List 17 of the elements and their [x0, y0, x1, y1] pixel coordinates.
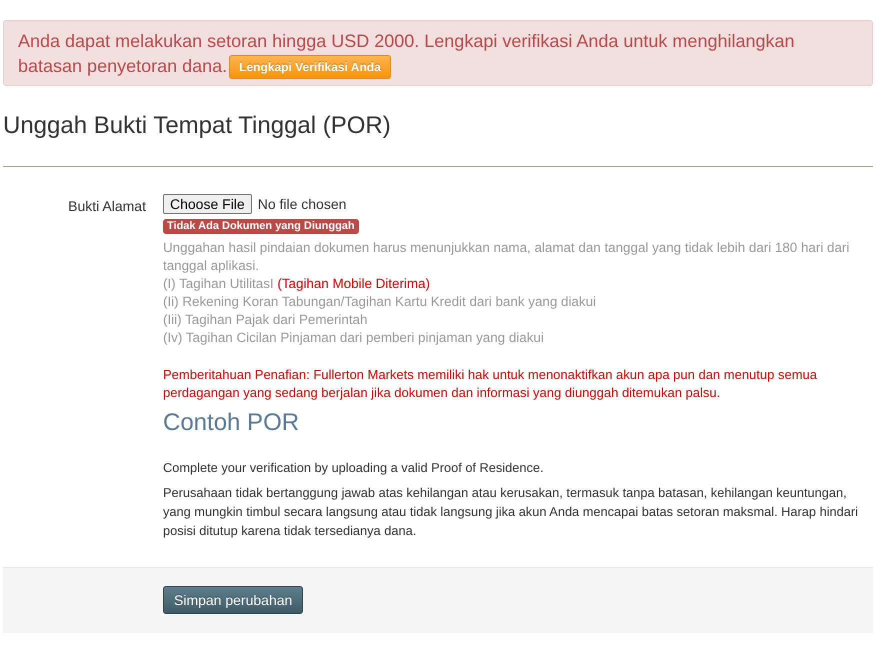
field-label: Bukti Alamat	[67, 197, 146, 216]
save-button[interactable]: Simpan perubahan	[163, 586, 304, 614]
disclaimer-text: Pemberitahuan Penafian: Fullerton Markets memiliki hak untuk menonaktifkan akun apa pun dan menutup semua perdagangan yang sedang berjalan jika dokumen dan informasi yang diunggah ditemukan palsu.	[163, 366, 818, 402]
instructions-text: Unggahan hasil pindaian dokumen harus menunjukkan nama, alamat dan tanggal yang tidak lebih dari 180 hari dari tanggal aplikasi.	[163, 239, 850, 275]
choose-file-button[interactable]: Choose File	[163, 194, 252, 214]
example-heading: Contoh POR	[163, 408, 300, 438]
paragraph: Complete your verification by uploading a valid Proof of Residence.	[163, 459, 544, 477]
alert-message: Anda dapat melakukan setoran hingga USD 2000. Lengkapi verifikasi Anda untuk menghilangkan	[18, 30, 795, 53]
document-type: (Ii) Rekening Koran Tabungan/Tagihan Kartu Kredit dari bank yang diakui	[163, 293, 596, 311]
document-type: (Iii) Tagihan Pajak dari Pemerintah	[163, 311, 368, 329]
page-title: Unggah Bukti Tempat Tinggal (POR)	[3, 112, 392, 140]
paragraph: Perusahaan tidak bertanggung jawab atas kehilangan atau kerusakan, termasuk tanpa batasan, kehilangan keuntungan, yang mungkin timbul secara langsung atau tidak langsung jika akun Anda mencapai batas setoran maksmal. Harap hindari posisi ditutup karena tidak tersedianya dana.	[163, 484, 859, 540]
document-type: (Iv) Tagihan Cicilan Pinjaman dari pemberi pinjaman yang diakui	[163, 329, 544, 347]
alert-message: batasan penyetoran dana.	[18, 55, 228, 78]
document-type: (I) Tagihan UtilitasI (Tagihan Mobile Diterima)	[163, 275, 430, 293]
status-badge: Tidak Ada Dokumen yang Diunggah	[163, 219, 359, 234]
file-status: No file chosen	[258, 196, 346, 212]
